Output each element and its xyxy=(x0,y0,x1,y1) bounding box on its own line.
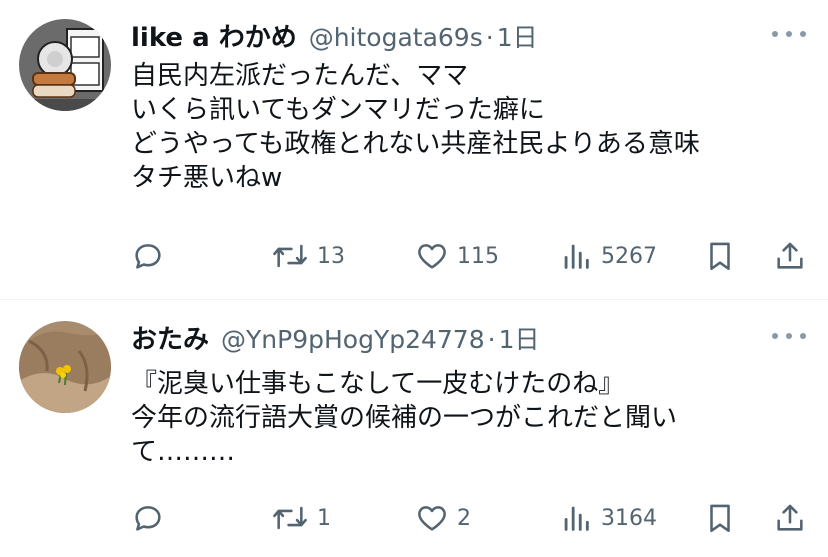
tweet-line: 今年の流行語大賞の候補の一つがこれだと聞い xyxy=(131,403,678,433)
more-icon[interactable] xyxy=(772,29,806,39)
fridge-character-avatar-icon xyxy=(19,19,111,111)
timestamp[interactable]: 1日 xyxy=(499,320,540,356)
tweet-line: 『泥臭い仕事もこなして一皮むけたのね』 xyxy=(131,369,625,399)
views-count: 5267 xyxy=(601,243,657,269)
user-handle[interactable]: @hitogata69s xyxy=(309,23,483,52)
like-count: 2 xyxy=(457,505,471,531)
views-button[interactable]: 3164 xyxy=(559,498,657,538)
tweet-line: いくら訊いてもダンマリだった癖に xyxy=(131,95,545,125)
tweet-text: 自民内左派だったんだ、ママ いくら訊いてもダンマリだった癖に どうやっても政権と… xyxy=(131,59,811,195)
bookmark-icon xyxy=(710,504,730,533)
views-button[interactable]: 5267 xyxy=(559,236,657,276)
timestamp[interactable]: 1日 xyxy=(497,18,538,54)
display-name[interactable]: like a わかめ xyxy=(131,17,297,54)
separator-dot: · xyxy=(487,325,496,354)
reply-button[interactable] xyxy=(131,498,173,538)
tweet-1[interactable]: like a わかめ @hitogata69s · 1日 自民内左派だったんだ、… xyxy=(0,0,828,299)
retweet-icon xyxy=(273,244,307,268)
share-icon xyxy=(777,504,803,531)
reply-icon xyxy=(135,244,161,269)
bookmark-button[interactable] xyxy=(703,498,737,538)
bookmark-icon xyxy=(710,242,730,271)
display-name[interactable]: おたみ xyxy=(131,319,209,356)
views-icon xyxy=(564,244,589,269)
tweet-line: タチ悪いねw xyxy=(131,163,283,193)
share-button[interactable] xyxy=(773,236,807,276)
like-button[interactable]: 2 xyxy=(415,498,471,538)
like-icon xyxy=(418,244,446,269)
like-icon xyxy=(418,506,446,531)
tweet-text: 『泥臭い仕事もこなして一皮むけたのね』 今年の流行語大賞の候補の一つがこれだと聞… xyxy=(131,367,811,469)
more-icon[interactable] xyxy=(772,331,806,341)
share-icon xyxy=(777,242,803,269)
retweet-button[interactable]: 1 xyxy=(271,498,331,538)
share-button[interactable] xyxy=(773,498,807,538)
user-handle[interactable]: @YnP9pHogYp24778 xyxy=(221,325,485,354)
retweet-icon xyxy=(273,506,307,530)
avatar[interactable] xyxy=(19,321,111,413)
avatar[interactable] xyxy=(19,19,111,111)
retweet-count: 13 xyxy=(317,243,345,269)
reply-button[interactable] xyxy=(131,236,173,276)
rock-flower-avatar-icon xyxy=(19,321,111,413)
views-count: 3164 xyxy=(601,505,657,531)
separator-dot: · xyxy=(485,23,494,52)
tweet-line: て……… xyxy=(131,437,236,467)
tweet-2[interactable]: おたみ @YnP9pHogYp24778 · 1日 『泥臭い仕事もこなして一皮む… xyxy=(0,300,828,557)
like-button[interactable]: 115 xyxy=(415,236,499,276)
views-icon xyxy=(564,506,589,531)
bookmark-button[interactable] xyxy=(703,236,737,276)
tweet-line: 自民内左派だったんだ、ママ xyxy=(131,61,469,91)
retweet-button[interactable]: 13 xyxy=(271,236,345,276)
like-count: 115 xyxy=(457,243,499,269)
retweet-count: 1 xyxy=(317,505,331,531)
tweet-line: どうやっても政権とれない共産社民よりある意味 xyxy=(131,129,700,159)
action-bar: 13 115 5267 xyxy=(131,236,811,276)
reply-icon xyxy=(135,506,161,531)
action-bar: 1 2 3164 xyxy=(131,498,811,538)
